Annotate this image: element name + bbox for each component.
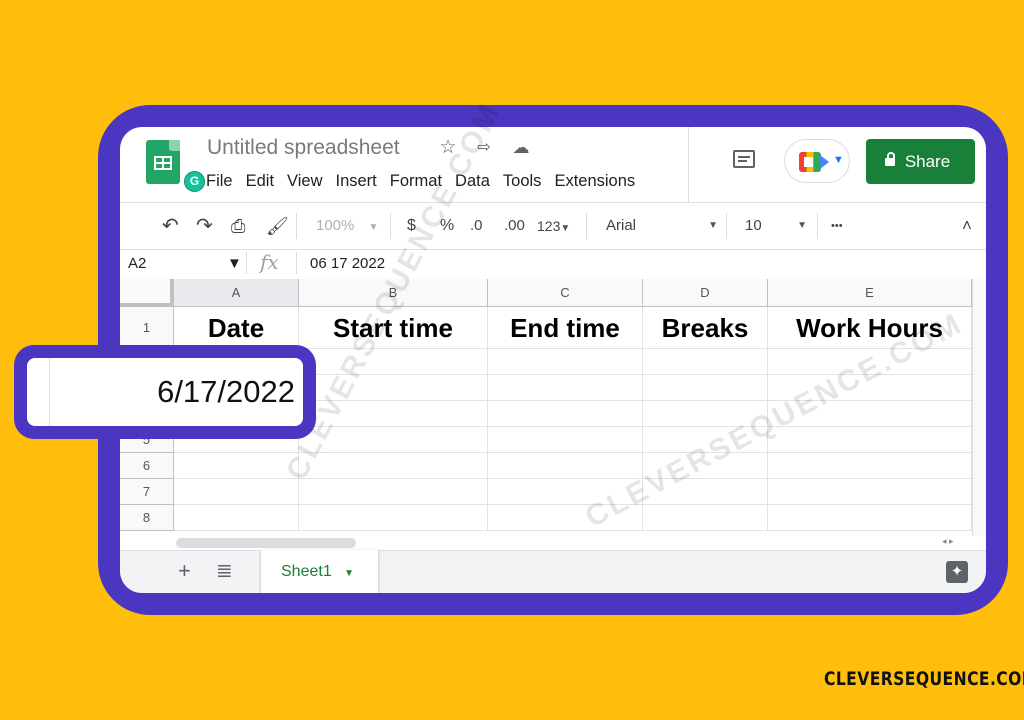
toolbar-separator xyxy=(586,213,587,239)
column-header-a[interactable]: A xyxy=(174,279,299,307)
sheet-bar xyxy=(120,550,986,593)
zoom-select[interactable]: 100% ▼ xyxy=(316,215,378,239)
share-button[interactable]: Share xyxy=(866,139,975,184)
site-label: CLEVERSEQUENCE.COM xyxy=(824,668,1024,690)
toolbar-top-border xyxy=(120,202,986,203)
chevron-down-icon: ▼ xyxy=(797,220,807,231)
menu-insert[interactable]: Insert xyxy=(336,172,377,190)
chevron-down-icon: ▼ xyxy=(560,223,571,234)
menu-tools[interactable]: Tools xyxy=(503,172,542,190)
menu-extensions[interactable]: Extensions xyxy=(554,172,635,190)
add-sheet-icon[interactable]: + xyxy=(178,560,191,582)
toolbar-separator xyxy=(296,213,297,239)
chevron-down-icon: ▼ xyxy=(708,220,718,231)
grammarly-icon[interactable]: G xyxy=(184,171,205,192)
row-header-1[interactable]: 1 xyxy=(120,307,174,349)
doc-title[interactable]: Untitled spreadsheet xyxy=(207,136,400,160)
formula-input[interactable]: 06 17 2022 xyxy=(310,252,385,276)
function-icon: fx xyxy=(260,250,279,274)
menu-file[interactable]: File xyxy=(206,172,233,190)
name-box[interactable]: A2 xyxy=(128,252,146,276)
row-header-6[interactable]: 6 xyxy=(120,453,174,479)
meet-camera-icon xyxy=(799,152,821,172)
formula-separator xyxy=(296,252,297,274)
formula-separator xyxy=(246,252,247,274)
comment-history-icon[interactable] xyxy=(733,150,755,168)
more-formats-select[interactable]: 123▼ xyxy=(537,215,570,240)
horizontal-scrollbar-thumb[interactable] xyxy=(176,538,356,548)
chevron-down-icon: ▼ xyxy=(833,154,844,166)
undo-icon[interactable]: ↶ xyxy=(162,215,179,237)
toolbar-separator xyxy=(390,213,391,239)
toolbar-separator xyxy=(726,213,727,239)
header-cell-breaks[interactable]: Breaks xyxy=(643,307,768,349)
explore-icon[interactable]: ✦ xyxy=(946,561,968,583)
share-label: Share xyxy=(904,152,951,171)
lock-icon xyxy=(885,152,895,166)
column-header-d[interactable]: D xyxy=(643,279,768,307)
more-options-icon[interactable]: ••• xyxy=(831,215,843,237)
redo-icon[interactable]: ↷ xyxy=(196,215,213,237)
column-header-c[interactable]: C xyxy=(488,279,643,307)
menu-edit[interactable]: Edit xyxy=(246,172,274,190)
chevron-down-icon: ▼ xyxy=(344,568,355,579)
toolbar-separator xyxy=(817,213,818,239)
font-select[interactable]: Arial ▼ xyxy=(606,215,718,237)
callout-cell: 6/17/2022 xyxy=(27,358,303,426)
cloud-status-icon[interactable]: ☁ xyxy=(510,137,532,159)
meet-button[interactable]: ▼ xyxy=(784,139,850,183)
sheets-logo-icon[interactable] xyxy=(146,140,180,184)
select-all-corner[interactable] xyxy=(120,279,174,307)
more-formats-label: 123 xyxy=(537,218,561,234)
font-size-value: 10 xyxy=(745,217,762,234)
row-header-8[interactable]: 8 xyxy=(120,505,174,531)
formula-bar-top-border xyxy=(120,249,986,250)
date-callout: 6/17/2022 xyxy=(14,345,316,439)
header-divider xyxy=(688,127,689,202)
sheet-tab-label: Sheet1 xyxy=(281,563,332,580)
header-cell-date[interactable]: Date xyxy=(174,307,299,349)
sheet-tab-sheet1[interactable]: Sheet1 ▼ xyxy=(261,550,378,593)
callout-date-value: 6/17/2022 xyxy=(157,374,295,409)
paint-format-icon[interactable]: 🖌 xyxy=(266,215,289,237)
font-size-select[interactable]: 10 ▼ xyxy=(745,215,807,237)
chevron-down-icon: ▼ xyxy=(368,222,379,233)
header-cell-end-time[interactable]: End time xyxy=(488,307,643,349)
all-sheets-icon[interactable]: ≣ xyxy=(216,560,233,582)
column-header-e[interactable]: E xyxy=(768,279,972,307)
increase-decimal-button[interactable]: .00 xyxy=(504,215,525,237)
print-icon[interactable]: ⎙ xyxy=(231,215,245,237)
chevron-down-icon[interactable]: ▼ xyxy=(227,252,242,276)
scroll-arrows-icon[interactable]: ◂ ▸ xyxy=(942,536,954,547)
row-header-7[interactable]: 7 xyxy=(120,479,174,505)
vertical-scrollbar[interactable] xyxy=(972,279,986,536)
collapse-toolbar-icon[interactable]: ˄ xyxy=(962,215,972,237)
zoom-value: 100% xyxy=(316,217,355,234)
decrease-decimal-button[interactable]: .0 xyxy=(470,215,483,237)
font-value: Arial xyxy=(606,217,637,234)
menu-bar: File Edit View Insert Format Data Tools Extensi… xyxy=(206,172,648,191)
menu-view[interactable]: View xyxy=(287,172,322,190)
